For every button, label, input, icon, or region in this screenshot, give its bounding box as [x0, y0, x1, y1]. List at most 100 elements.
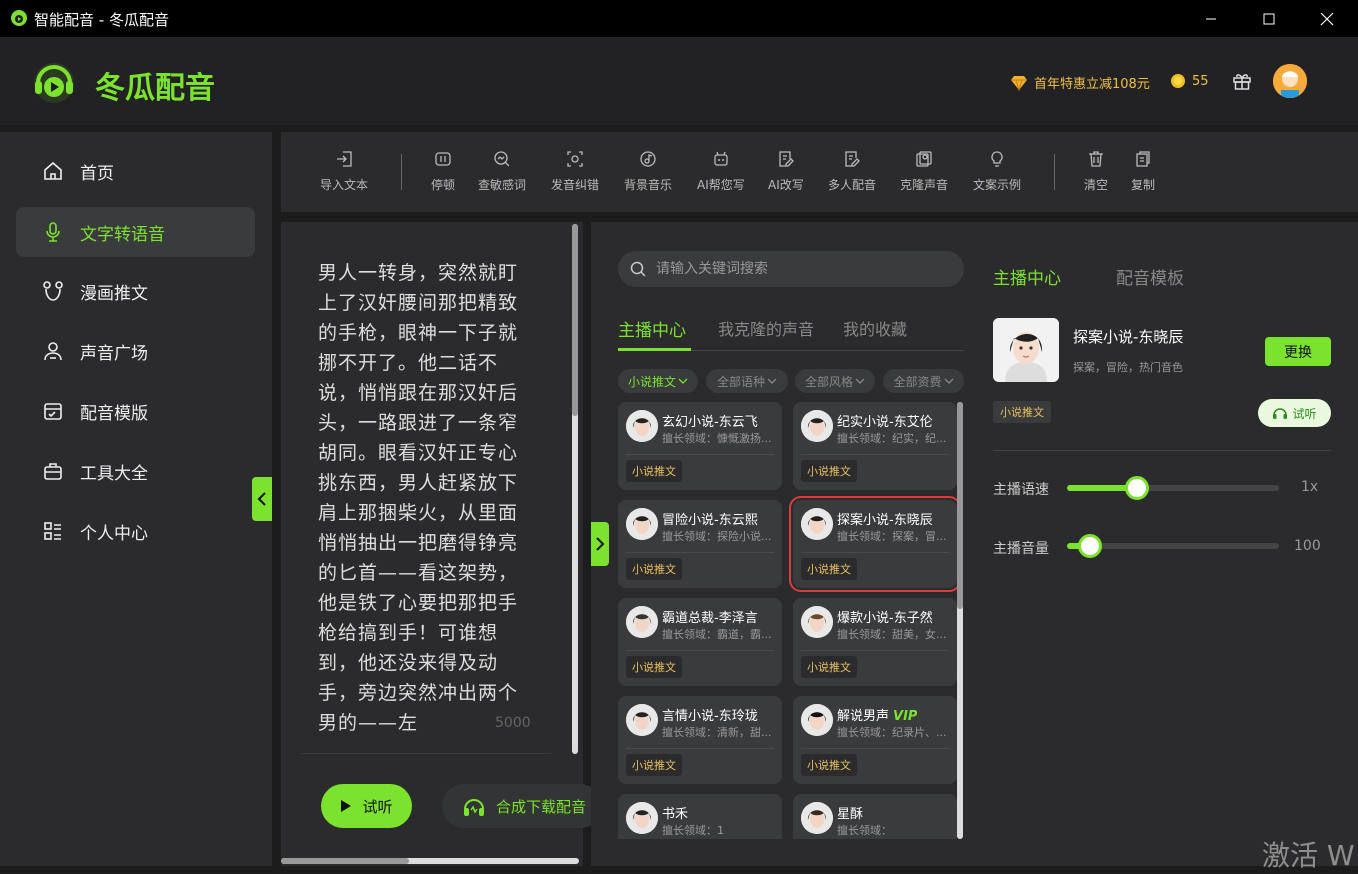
- tab-my-cloned-voices[interactable]: 我克隆的声音: [718, 316, 814, 340]
- chevron-down-icon: [944, 377, 954, 385]
- voice-name: 星酥: [837, 803, 867, 822]
- try-listen-label: 试听: [1292, 406, 1317, 421]
- voice-card[interactable]: 探案小说-东晓辰 擅长领域：探案，冒... 小说推文: [789, 496, 957, 592]
- filter-language[interactable]: 全部语种: [706, 369, 788, 393]
- voice-description: 擅长领域：: [837, 824, 892, 837]
- voice-tag: 小说推文: [801, 754, 857, 776]
- sidebar-item-comic[interactable]: 漫画推文: [16, 266, 255, 316]
- tab-anchor-center-right[interactable]: 主播中心: [993, 264, 1061, 289]
- text-editor[interactable]: 男人一转身，突然就盯上了汉奸腰间那把精致的手枪，眼神一下子就挪不开了。他二话不说…: [318, 258, 533, 752]
- volume-label: 主播音量: [993, 541, 1049, 557]
- copy-example-button[interactable]: 文案示例: [973, 150, 1021, 193]
- ai-write-button[interactable]: AI帮您写: [697, 150, 745, 193]
- pronunciation-button[interactable]: 发音纠错: [551, 150, 599, 193]
- clear-button[interactable]: 清空: [1084, 150, 1108, 193]
- sidebar-item-profile[interactable]: 个人中心: [16, 506, 255, 556]
- toolbox-icon: [42, 460, 64, 482]
- sidebar-item-voice-square[interactable]: 声音广场: [16, 326, 255, 376]
- voice-name-text: 星酥: [837, 807, 864, 822]
- sidebar-item-home[interactable]: 首页: [16, 146, 255, 196]
- anchor-description: 探案，冒险，热门音色: [1073, 361, 1183, 374]
- voice-card[interactable]: 解说男声 VIP 擅长领域：纪录片、... 小说推文: [793, 696, 957, 784]
- volume-value: 100: [1294, 538, 1321, 554]
- voice-name-text: 霸道总裁-李泽言: [662, 611, 758, 626]
- tab-active-indicator: [618, 348, 691, 351]
- expand-editor-button[interactable]: [591, 522, 609, 566]
- volume-slider-handle[interactable]: [1078, 534, 1102, 558]
- voice-list-scrollbar-thumb[interactable]: [957, 402, 963, 609]
- voice-name-text: 书禾: [662, 807, 689, 822]
- sidebar-item-tools[interactable]: 工具大全: [16, 446, 255, 496]
- search-box[interactable]: [618, 251, 964, 287]
- settings-divider: [993, 450, 1331, 451]
- editor-scrollbar-thumb[interactable]: [572, 224, 578, 416]
- synthesize-download-button[interactable]: 合成下载配音: [442, 784, 602, 828]
- change-anchor-button[interactable]: 更换: [1265, 337, 1331, 366]
- toolbar: 导入文本 停顿 查敏感词 发音纠错 背景音乐 AI帮您写 AI改写 多人配音 克…: [281, 132, 1358, 212]
- activation-watermark: 激活 W: [1262, 839, 1355, 872]
- import-text-button[interactable]: 导入文本: [320, 150, 368, 193]
- app-header: 冬瓜配音 首年特惠立减108元 55: [0, 37, 1358, 125]
- copy-button[interactable]: 复制: [1131, 150, 1155, 193]
- voice-card[interactable]: 爆款小说-东子然 擅长领域：甜美，女... 小说推文: [793, 598, 957, 686]
- preview-button[interactable]: 试听: [321, 784, 412, 828]
- headphones-icon: [1272, 406, 1288, 420]
- copy-icon: [1134, 150, 1152, 168]
- brand-name: 冬瓜配音: [95, 71, 215, 106]
- coin-balance[interactable]: 55: [1170, 73, 1209, 89]
- filter-style[interactable]: 全部风格: [795, 369, 875, 393]
- voice-card[interactable]: 言情小说-东玲珑 擅长领域：清新，甜... 小说推文: [618, 696, 782, 784]
- sidebar-item-label: 声音广场: [80, 343, 148, 364]
- sidebar-item-label: 漫画推文: [80, 283, 148, 304]
- sidebar-item-templates[interactable]: 配音模版: [16, 386, 255, 436]
- voice-card[interactable]: 书禾 擅长领域：1: [618, 794, 782, 839]
- tab-anchor-center[interactable]: 主播中心: [618, 316, 686, 341]
- voice-name-text: 冒险小说-东云熙: [662, 513, 758, 528]
- maximize-button[interactable]: [1240, 0, 1298, 37]
- collapse-sidebar-button[interactable]: [252, 477, 272, 521]
- speed-slider-handle[interactable]: [1125, 476, 1149, 500]
- voice-card[interactable]: 冒险小说-东云熙 擅长领域：探险小说... 小说推文: [618, 500, 782, 588]
- promo-link[interactable]: 首年特惠立减108元: [1010, 73, 1150, 92]
- promo-text: 首年特惠立减108元: [1034, 77, 1150, 92]
- multi-voice-button[interactable]: 多人配音: [828, 150, 876, 193]
- chevron-down-icon: [767, 377, 777, 385]
- voice-avatar: [626, 704, 658, 736]
- sidebar-item-text-to-speech[interactable]: 文字转语音: [16, 207, 255, 257]
- tab-my-favorites[interactable]: 我的收藏: [843, 316, 907, 340]
- try-listen-button[interactable]: 试听: [1258, 399, 1331, 427]
- search-input[interactable]: [656, 261, 936, 277]
- filter-label: 全部语种: [716, 374, 765, 389]
- filter-category[interactable]: 小说推文: [618, 369, 698, 393]
- clone-voice-button[interactable]: 克隆声音: [900, 150, 948, 193]
- voice-tag: 小说推文: [626, 656, 682, 678]
- pause-button[interactable]: 停顿: [431, 150, 455, 193]
- close-button[interactable]: [1298, 0, 1356, 37]
- app-icon: [10, 9, 28, 27]
- download-label: 合成下载配音: [496, 797, 587, 816]
- voice-description: 擅长领域：探险小说...: [662, 530, 772, 543]
- voice-card-list: 玄幻小说-东云飞 擅长领域：慷慨激扬... 小说推文 纪实小说-东艾伦 擅长领域：纪实，…: [618, 402, 957, 839]
- tab-voice-templates[interactable]: 配音模板: [1116, 264, 1184, 289]
- sensitive-words-button[interactable]: 查敏感词: [478, 150, 526, 193]
- voice-avatar: [626, 802, 658, 834]
- voice-card[interactable]: 霸道总裁-李泽言 擅长领域：霸道，霸... 小说推文: [618, 598, 782, 686]
- bulb-icon: [988, 150, 1006, 168]
- card-divider: [626, 454, 774, 455]
- voice-avatar: [801, 802, 833, 834]
- ai-rewrite-button[interactable]: AI改写: [768, 150, 804, 193]
- voice-card[interactable]: 星酥擅长领域：: [793, 794, 957, 839]
- voice-card[interactable]: 纪实小说-东艾伦 擅长领域：纪实，纪... 小说推文: [793, 402, 957, 490]
- gift-icon[interactable]: [1232, 71, 1252, 91]
- template-icon: [42, 400, 64, 422]
- filter-pricing[interactable]: 全部资费: [883, 369, 964, 393]
- avatar[interactable]: [1273, 64, 1307, 98]
- tool-label: 克隆声音: [900, 178, 949, 192]
- editor-horizontal-scrollbar-thumb[interactable]: [281, 858, 409, 864]
- voice-card[interactable]: 玄幻小说-东云飞 擅长领域：慷慨激扬... 小说推文: [618, 402, 782, 490]
- music-icon: [639, 150, 657, 168]
- minimize-button[interactable]: [1182, 0, 1240, 37]
- home-icon: [42, 160, 64, 182]
- background-music-button[interactable]: 背景音乐: [624, 150, 672, 193]
- tool-label: 导入文本: [320, 178, 369, 192]
